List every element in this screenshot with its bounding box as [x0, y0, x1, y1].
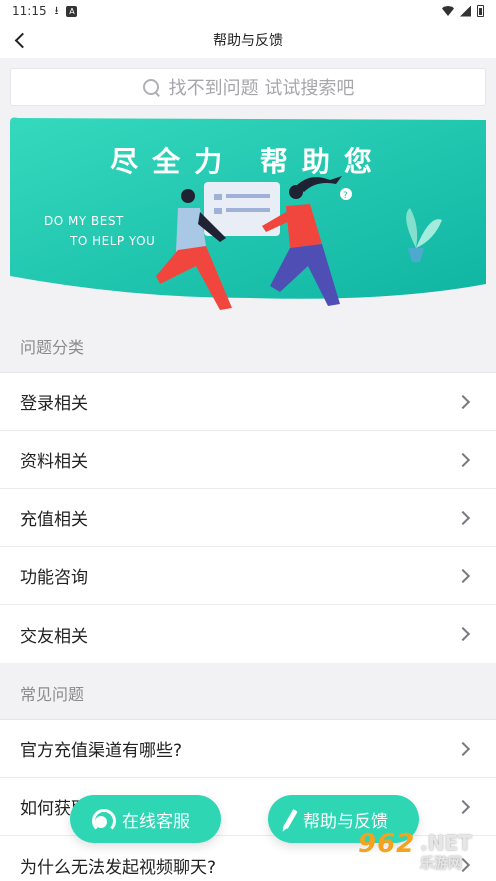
list-item-label: 官方充值渠道有哪些? — [20, 741, 183, 761]
search-input[interactable]: 找不到问题 试试搜索吧 — [10, 68, 486, 106]
chevron-right-icon — [455, 510, 471, 525]
chevron-right-icon — [455, 452, 471, 467]
category-item-login[interactable]: 登录相关 — [0, 373, 496, 431]
back-button[interactable] — [6, 26, 34, 54]
category-section-label: 问题分类 — [0, 316, 496, 372]
chevron-right-icon — [455, 394, 471, 409]
back-arrow-icon — [14, 32, 30, 48]
category-item-features[interactable]: 功能咨询 — [0, 547, 496, 605]
online-service-label: 在线客服 — [122, 811, 190, 832]
faq-item-recharge-channels[interactable]: 官方充值渠道有哪些? — [0, 720, 496, 778]
svg-text:?: ? — [343, 191, 348, 201]
wifi-icon — [442, 6, 454, 16]
category-list: 登录相关 资料相关 充值相关 功能咨询 交友相关 — [0, 372, 496, 663]
chevron-right-icon — [455, 799, 471, 814]
site-watermark: 962 .NET 乐游网 — [358, 829, 490, 873]
chevron-right-icon — [455, 568, 471, 583]
chevron-right-icon — [455, 741, 471, 756]
help-feedback-label: 帮助与反馈 — [303, 811, 388, 832]
pen-icon — [283, 809, 298, 829]
watermark-sub: 乐游网 — [420, 856, 462, 872]
download-icon: ⭳ — [54, 3, 59, 17]
signal-icon — [460, 5, 471, 17]
faq-section-label: 常见问题 — [0, 663, 496, 719]
headset-icon — [90, 808, 116, 833]
list-item-label: 功能咨询 — [20, 568, 88, 588]
status-time: 11:15 — [12, 4, 47, 18]
battery-icon — [477, 5, 484, 17]
status-bar: 11:15 ⭳ A — [0, 0, 496, 22]
banner-subtitle-2: TO HELP YOU — [70, 234, 156, 248]
list-item-label: 登录相关 — [20, 394, 88, 414]
notification-icon: A — [66, 5, 78, 17]
category-item-recharge[interactable]: 充值相关 — [0, 489, 496, 547]
watermark-domain: .NET — [420, 831, 472, 855]
help-feedback-page: 11:15 ⭳ A 帮助与反馈 找不到问题 试试搜索吧 ? 尽全力 帮助您 DO… — [0, 0, 496, 881]
online-service-button[interactable]: 在线客服 — [70, 795, 221, 843]
list-item-label: 资料相关 — [20, 452, 88, 472]
search-placeholder: 找不到问题 试试搜索吧 — [168, 78, 355, 99]
help-banner: ? 尽全力 帮助您 DO MY BEST TO HELP YOU — [10, 116, 486, 316]
category-item-dating[interactable]: 交友相关 — [0, 605, 496, 663]
list-item-label: 为什么无法发起视频聊天? — [20, 857, 217, 878]
banner-subtitle-1: DO MY BEST — [44, 214, 124, 228]
watermark-number: 962 — [358, 829, 416, 859]
chevron-right-icon — [455, 626, 471, 642]
category-item-profile[interactable]: 资料相关 — [0, 431, 496, 489]
page-title: 帮助与反馈 — [213, 33, 283, 49]
banner-title: 尽全力 帮助您 — [110, 145, 386, 178]
app-header: 帮助与反馈 — [0, 22, 496, 58]
search-area: 找不到问题 试试搜索吧 — [0, 58, 496, 116]
list-item-label: 充值相关 — [20, 510, 88, 530]
list-item-label: 交友相关 — [20, 626, 88, 647]
search-icon — [142, 78, 161, 97]
